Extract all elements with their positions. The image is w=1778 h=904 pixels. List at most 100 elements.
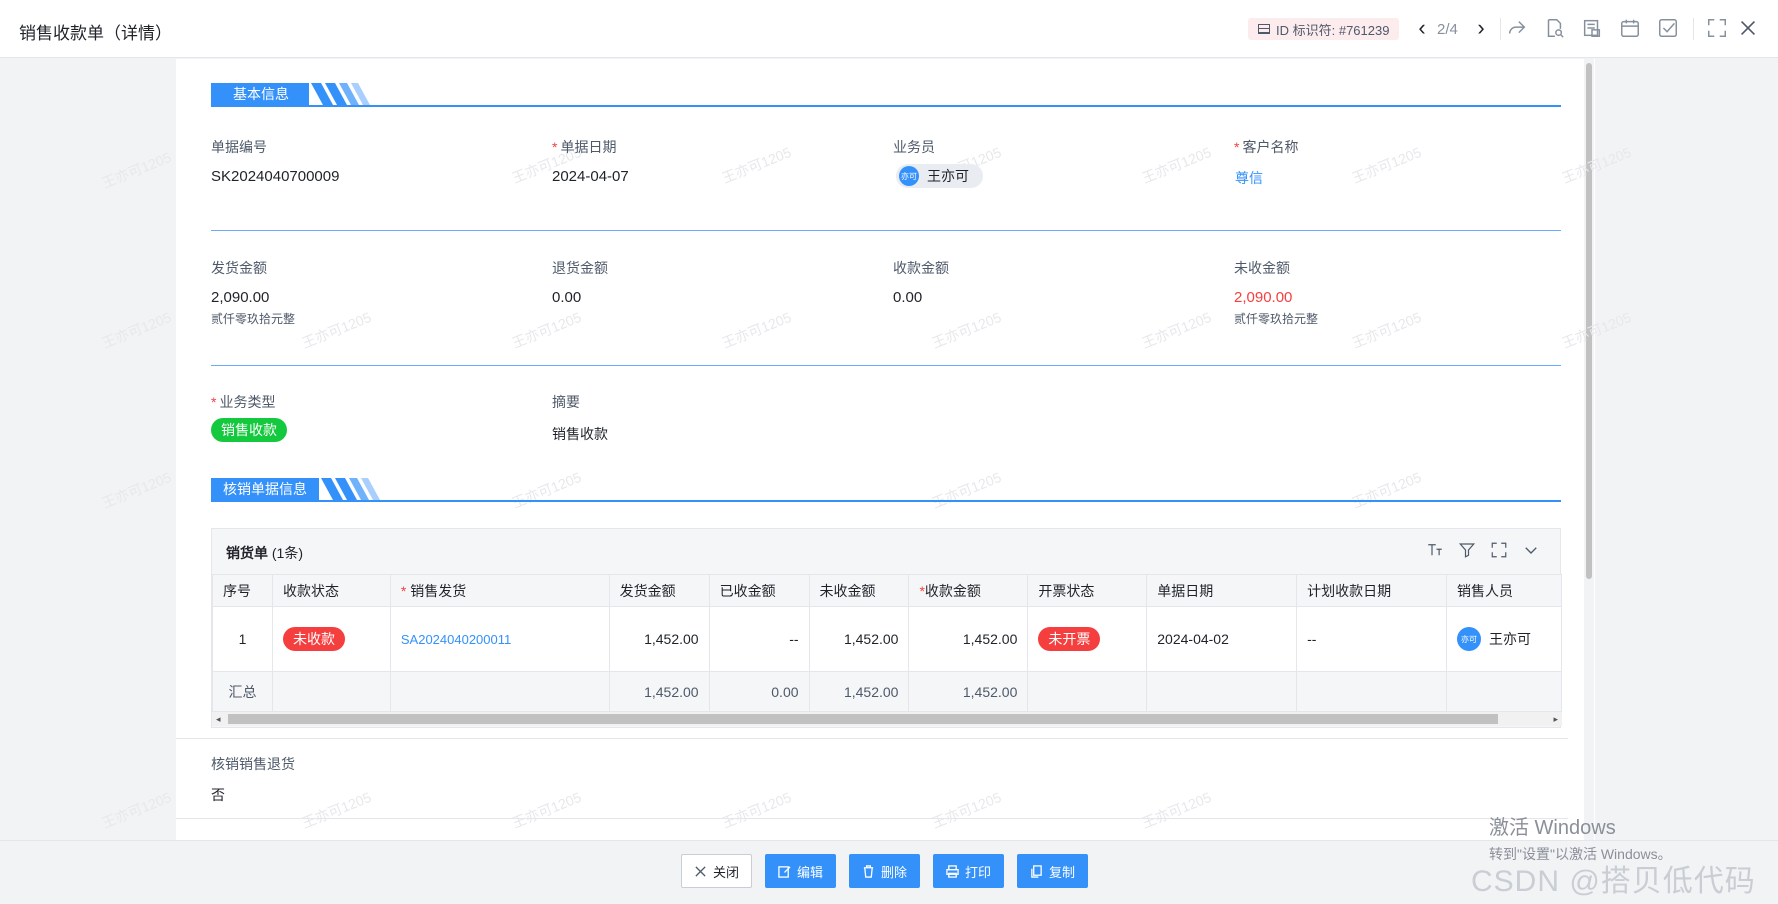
summary-ship-amount: 1,452.00 [608, 671, 710, 712]
calendar-icon[interactable] [1619, 17, 1641, 39]
summary-cell [1296, 671, 1447, 712]
summary-received: 0.00 [708, 671, 810, 712]
column-header[interactable]: *收款金额 [908, 574, 1029, 607]
share-icon[interactable] [1506, 17, 1528, 39]
writeoff-section-header: 核销单据信息 [211, 478, 1561, 502]
return-writeoff-label: 核销销售退货 [211, 756, 295, 772]
vertical-scrollbar[interactable] [1584, 59, 1594, 840]
summary-cell [389, 671, 610, 712]
avatar: 亦可 [1456, 627, 1481, 651]
horizontal-scrollbar[interactable]: ◂ ▸ [212, 712, 1562, 726]
next-record-button[interactable]: › [1470, 16, 1492, 42]
column-header[interactable]: 发货金额 [608, 574, 710, 607]
shipment-link[interactable]: SA2024040200011 [401, 632, 511, 647]
fullscreen-icon[interactable] [1490, 541, 1508, 559]
required-mark: * [400, 582, 411, 599]
biz-type-label: * 业务类型 [211, 394, 276, 410]
column-header[interactable]: 序号 [212, 574, 273, 607]
id-badge-text: ID 标识符: #761239 [1276, 22, 1390, 38]
print-button[interactable]: 打印 [933, 854, 1005, 888]
document-search-icon[interactable] [1543, 17, 1565, 39]
close-button[interactable]: 关闭 [681, 854, 753, 888]
table-icon [1258, 24, 1270, 34]
doc-date-cell: 2024-04-02 [1146, 606, 1298, 672]
invoice-status-cell: 未开票 [1027, 606, 1148, 672]
print-list-icon[interactable] [1581, 17, 1603, 39]
required-mark: * [211, 394, 217, 410]
copy-icon [1031, 864, 1042, 878]
collect-status-cell: 未收款 [271, 606, 391, 672]
column-header[interactable]: 收款状态 [271, 574, 391, 607]
summary-row: 汇总 1,452.00 0.00 1,452.00 1,452.00 [212, 671, 1563, 712]
delete-button[interactable]: 删除 [849, 854, 921, 888]
summary-cell [271, 671, 391, 712]
section-title: 基本信息 [211, 83, 309, 105]
previous-record-button[interactable]: ‹ [1411, 16, 1433, 42]
close-icon[interactable] [1737, 17, 1759, 39]
toolbar-divider [1693, 18, 1694, 40]
id-badge: ID 标识符: #761239 [1248, 18, 1400, 40]
uncollected-amount-words: 贰仟零玖拾元整 [1234, 312, 1319, 326]
column-header[interactable]: 单据日期 [1146, 574, 1298, 607]
text-size-icon[interactable] [1426, 541, 1444, 559]
watermark: 王亦可1205 [99, 148, 174, 192]
customer-link[interactable]: 尊信 [1235, 168, 1263, 188]
doc-date-value: 2024-04-07 [552, 168, 629, 185]
summary-cell [1445, 671, 1563, 712]
plan-date-cell: -- [1296, 606, 1447, 672]
table-row[interactable]: 1 未收款 SA2024040200011 1,452.00 -- 1,452.… [212, 606, 1563, 672]
table-title: 销货单 (1条) [226, 545, 304, 561]
ship-amount-value: 2,090.00 [211, 289, 270, 306]
filter-icon[interactable] [1458, 541, 1476, 559]
summary-cell [1146, 671, 1298, 712]
activation-title: 激活 Windows [1489, 817, 1616, 839]
scroll-left-icon[interactable]: ◂ [216, 712, 221, 726]
column-header[interactable]: 销售人员 [1445, 574, 1563, 607]
biz-type-tag: 销售收款 [211, 418, 287, 442]
column-header[interactable]: 计划收款日期 [1296, 574, 1447, 607]
scroll-right-icon[interactable]: ▸ [1553, 712, 1558, 726]
doc-date-label: * 单据日期 [552, 139, 617, 155]
received-cell: -- [708, 606, 810, 672]
uncollected-amount-label: 未收金额 [1234, 260, 1290, 276]
chevron-down-icon[interactable] [1522, 541, 1540, 559]
collected-amount-label: 收款金额 [893, 260, 949, 276]
column-header[interactable]: 未收金额 [808, 574, 910, 607]
sales-person-cell: 亦可 王亦可 [1445, 606, 1563, 672]
copy-button[interactable]: 复制 [1017, 854, 1089, 888]
trash-icon [863, 864, 874, 878]
sales-order-table-card: 销货单 (1条) 序号 收款状态 * 销售发货 发货金额 已收金额 未收金额 *… [211, 528, 1563, 728]
salesman-label: 业务员 [893, 139, 935, 155]
column-header[interactable]: 开票状态 [1027, 574, 1148, 607]
avatar: 亦可 [899, 166, 919, 186]
table-toolbar [1426, 541, 1540, 559]
summary-collect-amount: 1,452.00 [908, 671, 1029, 712]
watermark: 王亦可1205 [99, 788, 174, 832]
edit-button[interactable]: 编辑 [765, 854, 837, 888]
salesman-user-chip[interactable]: 亦可 王亦可 [896, 164, 983, 188]
section-divider [211, 230, 1561, 231]
title-bar: 销售收款单（详情） ID 标识符: #761239 ‹ 2/4 › [0, 0, 1778, 58]
row-index: 1 [212, 606, 273, 672]
scrollbar-thumb[interactable] [228, 714, 1498, 724]
divider [176, 738, 1568, 739]
return-amount-value: 0.00 [552, 289, 582, 306]
required-mark: * [1234, 139, 1240, 155]
ship-amount-label: 发货金额 [211, 260, 267, 276]
sales-person-name: 王亦可 [1488, 631, 1531, 647]
csdn-watermark: CSDN @搭贝低代码 [1471, 865, 1756, 898]
scrollbar-thumb[interactable] [1586, 63, 1592, 579]
column-header[interactable]: * 销售发货 [389, 574, 610, 607]
section-underline [211, 500, 1561, 502]
fullscreen-icon[interactable] [1706, 17, 1728, 39]
record-pager: 2/4 [1437, 21, 1458, 38]
sales-person-chip: 亦可 王亦可 [1456, 627, 1531, 651]
checkbox-icon[interactable] [1657, 17, 1679, 39]
decor-stripes [321, 478, 380, 500]
summary-unreceived: 1,452.00 [808, 671, 910, 712]
unreceived-cell: 1,452.00 [808, 606, 910, 672]
section-divider [211, 365, 1561, 366]
summary-label: 摘要 [552, 394, 580, 410]
status-badge: 未收款 [282, 627, 345, 651]
column-header[interactable]: 已收金额 [708, 574, 810, 607]
